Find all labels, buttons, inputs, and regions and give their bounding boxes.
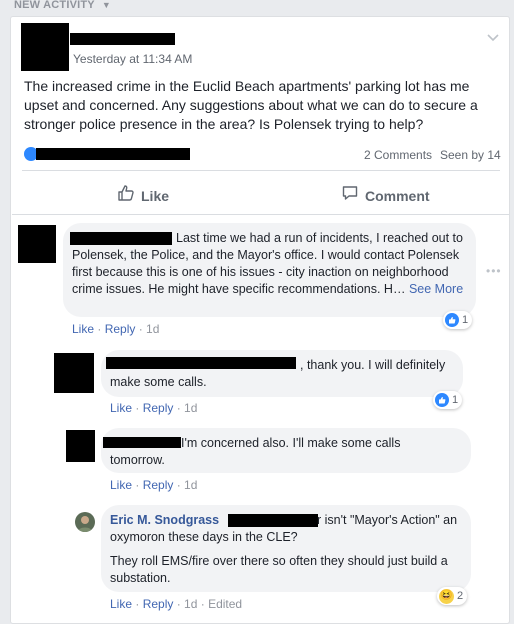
comment-text: Last time we had a run of incidents, I r… <box>72 230 470 298</box>
reply-text-line1: r isn't "Mayor's Action" an <box>317 513 458 527</box>
reply-reply-link[interactable]: Reply <box>143 401 174 415</box>
comment-time[interactable]: 1d <box>146 322 159 336</box>
reply-text: I'm concerned also. I'll make some calls… <box>110 436 401 467</box>
reply-like-link[interactable]: Like <box>110 401 132 415</box>
see-more-link[interactable]: See More <box>409 282 463 296</box>
reaction-count: 1 <box>452 394 459 406</box>
reply-time[interactable]: 1d <box>184 401 197 415</box>
reply-avatar-redacted[interactable] <box>54 353 94 393</box>
reply-text-paragraph: They roll EMS/fire over there so often t… <box>110 554 448 585</box>
like-label: Like <box>141 187 170 204</box>
comments-count[interactable]: 2 Comments <box>364 148 432 162</box>
avatar[interactable] <box>75 512 95 532</box>
section-header[interactable]: NEW ACTIVITY ▼ <box>14 0 111 11</box>
post-timestamp[interactable]: Yesterday at 11:34 AM <box>73 52 192 66</box>
reply-text-line2: oxymoron these days in the CLE? <box>110 530 298 544</box>
post-options-chevron-icon[interactable] <box>486 30 500 44</box>
reply-text: , thank you. I will definitely make some… <box>110 358 446 389</box>
like-button[interactable]: Like <box>117 184 169 207</box>
divider <box>22 170 500 171</box>
post-text: The increased crime in the Euclid Beach … <box>24 78 478 132</box>
comment-bubble-icon <box>341 184 359 207</box>
reply-like-link[interactable]: Like <box>110 597 132 611</box>
caret-down-icon[interactable]: ▼ <box>102 0 111 10</box>
comment-label: Comment <box>365 187 430 204</box>
reply-author-name[interactable]: Eric M. Snodgrass <box>110 513 219 527</box>
edited-label[interactable]: Edited <box>208 597 242 611</box>
comment-body: Last time we had a run of incidents, I r… <box>72 231 463 296</box>
reply-time[interactable]: 1d <box>184 478 197 492</box>
thumbs-up-icon <box>117 184 135 207</box>
reactors-redacted[interactable] <box>36 148 190 160</box>
reply-like-link[interactable]: Like <box>110 478 132 492</box>
reply-reply-link[interactable]: Reply <box>143 478 174 492</box>
reply-reply-link[interactable]: Reply <box>143 597 174 611</box>
reaction-badge[interactable]: 😆 2 <box>437 587 468 605</box>
reply-avatar-redacted[interactable] <box>66 430 95 462</box>
reaction-count: 2 <box>457 590 464 602</box>
reaction-count: 1 <box>462 314 469 326</box>
like-reaction-icon <box>435 393 449 407</box>
reply-actions: Like · Reply · 1d <box>110 478 198 492</box>
reply-actions: Like · Reply · 1d <box>110 401 198 415</box>
reply-actions: Like · Reply · 1d · Edited <box>110 597 243 611</box>
author-name-redacted[interactable] <box>70 33 175 45</box>
section-title: NEW ACTIVITY <box>14 0 95 11</box>
divider <box>12 214 509 215</box>
comment-actions: Like · Reply · 1d <box>72 322 160 336</box>
like-reaction-icon <box>445 313 459 327</box>
comment-options-icon[interactable]: ••• <box>486 264 502 278</box>
haha-reaction-icon: 😆 <box>439 588 454 604</box>
comment-reply-link[interactable]: Reply <box>105 322 136 336</box>
author-avatar-redacted[interactable] <box>21 23 69 71</box>
reaction-badge[interactable]: 1 <box>433 391 463 409</box>
comment-like-link[interactable]: Like <box>72 322 94 336</box>
tagged-name-redacted[interactable] <box>228 514 318 527</box>
reaction-badge[interactable]: 1 <box>443 311 473 329</box>
seen-by-count[interactable]: Seen by 14 <box>440 148 501 162</box>
commenter-avatar-redacted[interactable] <box>18 225 56 263</box>
reply-time[interactable]: 1d <box>184 597 197 611</box>
comment-button[interactable]: Comment <box>341 184 430 207</box>
